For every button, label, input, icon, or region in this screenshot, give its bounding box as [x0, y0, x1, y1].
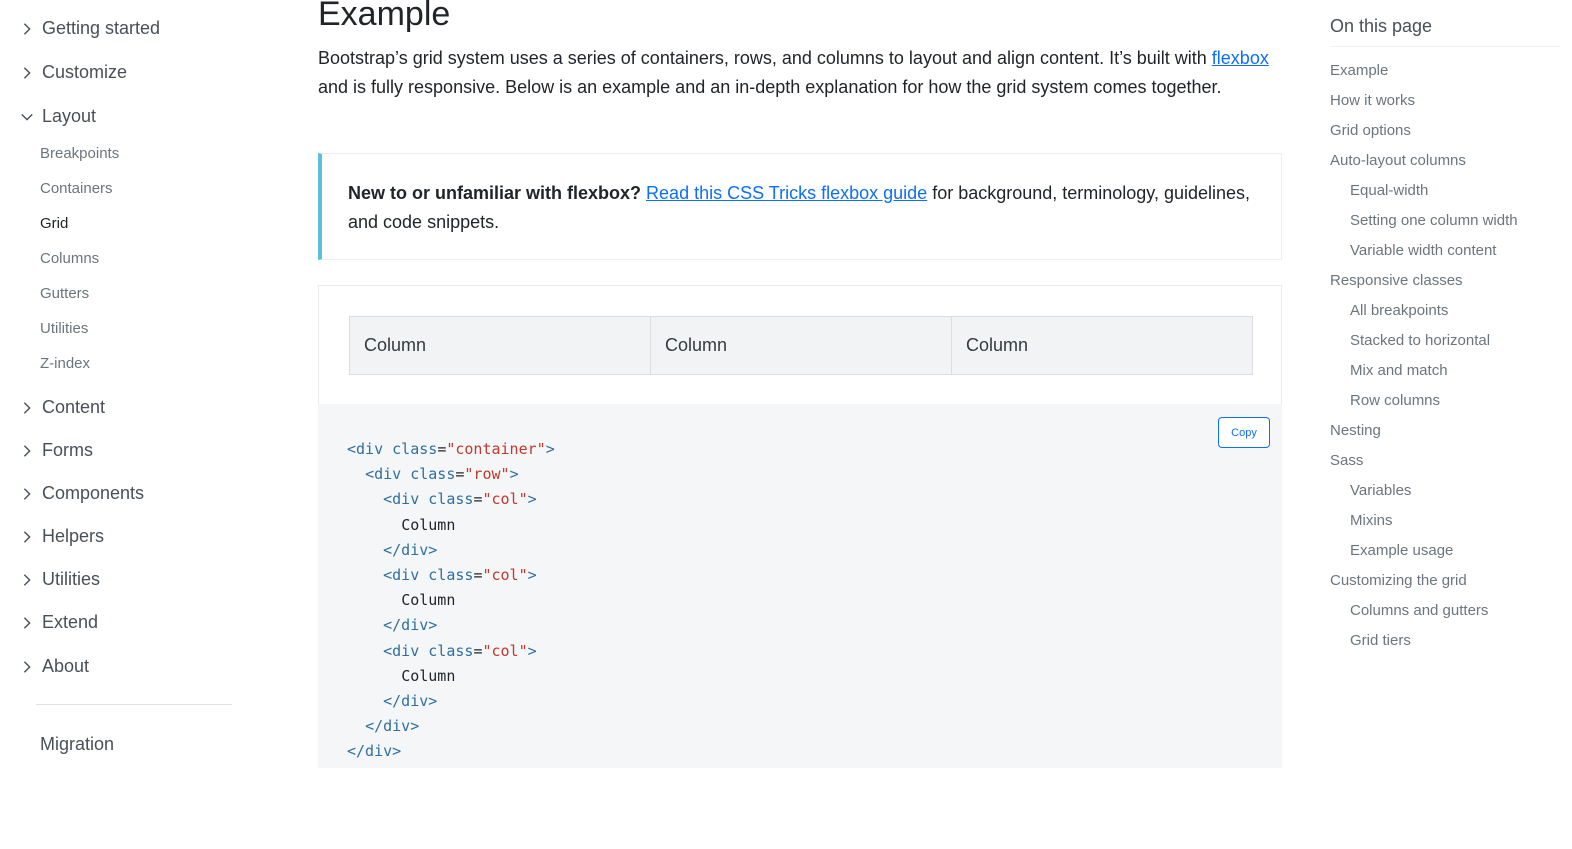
toc-item[interactable]: Nesting — [1330, 422, 1381, 439]
chevron-right-icon — [18, 399, 36, 417]
copy-button[interactable]: Copy — [1218, 417, 1270, 448]
chevron-right-icon — [18, 64, 36, 82]
toc-item[interactable]: How it works — [1330, 92, 1415, 109]
sidebar-group-extend[interactable]: Extend — [18, 612, 98, 633]
toc-item[interactable]: Responsive classes — [1330, 272, 1463, 289]
toc-item[interactable]: All breakpoints — [1350, 302, 1448, 319]
toc-item[interactable]: Grid tiers — [1350, 632, 1411, 649]
toc-item[interactable]: Row columns — [1350, 392, 1440, 409]
sidebar-group-getting-started[interactable]: Getting started — [18, 18, 160, 39]
toc-item[interactable]: Auto-layout columns — [1330, 152, 1466, 169]
toc-item[interactable]: Sass — [1330, 452, 1363, 469]
sidebar-group-label: Getting started — [42, 18, 161, 38]
toc-item[interactable]: Equal-width — [1350, 182, 1428, 199]
code-string: "row" — [464, 465, 510, 484]
sidebar-item-gutters[interactable]: Gutters — [40, 285, 89, 302]
sidebar-group-content[interactable]: Content — [18, 397, 105, 418]
callout-heading: New to or unfamiliar with flexbox? — [348, 183, 642, 203]
chevron-right-icon — [18, 571, 36, 589]
sidebar-group-about[interactable]: About — [18, 656, 89, 677]
chevron-right-icon — [18, 528, 36, 546]
sidebar-group-components[interactable]: Components — [18, 483, 144, 504]
toc-item[interactable]: Columns and gutters — [1350, 602, 1488, 619]
grid-example: Column Column Column — [318, 285, 1282, 405]
chevron-right-icon — [18, 442, 36, 460]
toc-item[interactable]: Grid options — [1330, 122, 1411, 139]
toc-item[interactable]: Example usage — [1350, 542, 1453, 559]
chevron-down-icon — [18, 108, 36, 126]
sidebar-group-label: Customize — [42, 62, 128, 82]
example-column: Column — [349, 316, 651, 375]
chevron-right-icon — [18, 20, 36, 38]
code-string: "col" — [482, 490, 528, 509]
toc-item[interactable]: Variable width content — [1350, 242, 1496, 259]
code-string: "col" — [482, 566, 528, 585]
sidebar-group-layout[interactable]: Layout — [18, 106, 96, 127]
sidebar-item-columns[interactable]: Columns — [40, 250, 99, 267]
docs-sidebar: Getting started Customize Layout Breakpo… — [0, 0, 260, 849]
page-title: Example — [318, 0, 451, 33]
info-callout: New to or unfamiliar with flexbox? Read … — [318, 153, 1282, 260]
example-column: Column — [651, 316, 952, 375]
sidebar-group-label: Forms — [42, 440, 93, 460]
code-text: Column — [401, 666, 456, 685]
sidebar-group-label: Components — [42, 483, 145, 503]
css-tricks-link[interactable]: Read this CSS Tricks flexbox guide — [646, 183, 927, 203]
code-snippet: <div class="container"> <div class="row"… — [347, 440, 555, 761]
code-text: Column — [401, 515, 456, 534]
toc-title: On this page — [1330, 16, 1433, 36]
sidebar-group-label: Content — [42, 397, 106, 417]
sidebar-group-label: Layout — [42, 106, 97, 126]
intro-text: and is fully responsive. Below is an exa… — [318, 77, 1222, 97]
sidebar-group-label: Helpers — [42, 526, 105, 546]
sidebar-group-label: Extend — [42, 612, 99, 632]
toc-item[interactable]: Variables — [1350, 482, 1411, 499]
sidebar-group-label: About — [42, 656, 90, 676]
flexbox-link[interactable]: flexbox — [1212, 48, 1269, 68]
code-string: "col" — [482, 641, 528, 660]
sidebar-group-customize[interactable]: Customize — [18, 62, 127, 83]
sidebar-item-grid[interactable]: Grid — [40, 215, 68, 232]
sidebar-divider — [36, 704, 232, 705]
code-string: "container" — [446, 440, 546, 458]
sidebar-group-utilities[interactable]: Utilities — [18, 569, 100, 590]
sidebar-group-helpers[interactable]: Helpers — [18, 526, 104, 547]
toc-item[interactable]: Stacked to horizontal — [1350, 332, 1490, 349]
intro-paragraph: Bootstrap’s grid system uses a series of… — [318, 44, 1278, 102]
example-column: Column — [952, 316, 1253, 375]
sidebar-item-utilities[interactable]: Utilities — [40, 320, 88, 337]
toc-item[interactable]: Example — [1330, 62, 1388, 79]
sidebar-item-containers[interactable]: Containers — [40, 180, 113, 197]
toc-item[interactable]: Setting one column width — [1350, 212, 1518, 229]
sidebar-group-forms[interactable]: Forms — [18, 440, 93, 461]
toc-divider — [1330, 46, 1560, 47]
sidebar-item-migration[interactable]: Migration — [40, 734, 114, 755]
toc-item[interactable]: Mix and match — [1350, 362, 1448, 379]
example-row: Column Column Column — [349, 316, 1253, 375]
sidebar-item-z-index[interactable]: Z-index — [40, 355, 90, 372]
sidebar-group-label: Utilities — [42, 569, 101, 589]
sidebar-item-breakpoints[interactable]: Breakpoints — [40, 145, 119, 162]
chevron-right-icon — [18, 614, 36, 632]
code-block: Copy <div class="container"> <div class=… — [318, 404, 1282, 768]
toc-item[interactable]: Customizing the grid — [1330, 572, 1467, 589]
code-text: Column — [401, 591, 456, 610]
chevron-right-icon — [18, 485, 36, 503]
toc-item[interactable]: Mixins — [1350, 512, 1393, 529]
intro-text: Bootstrap’s grid system uses a series of… — [318, 48, 1212, 68]
chevron-right-icon — [18, 658, 36, 676]
